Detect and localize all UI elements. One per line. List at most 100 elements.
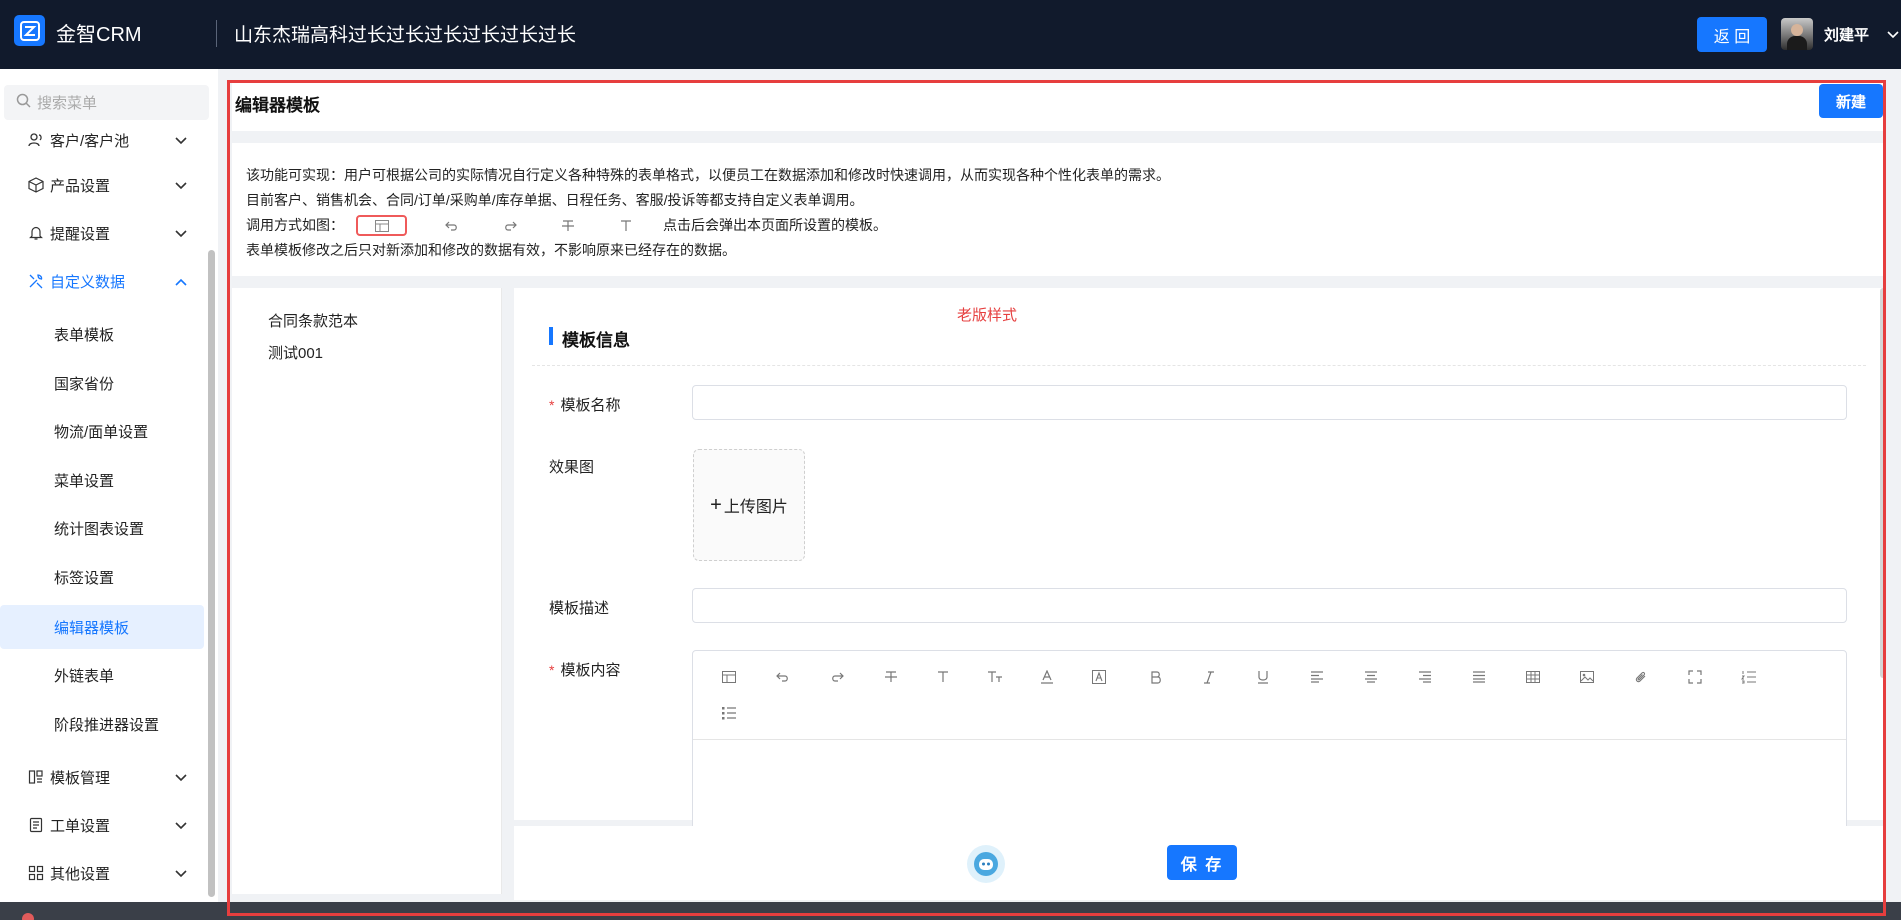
search-placeholder: 搜索菜单 [37,95,98,112]
sidebar-item-label: 客户/客户池 [50,132,130,150]
chevron-down-icon [175,132,187,149]
bold-icon[interactable] [1146,667,1166,687]
sidebar-scrollbar[interactable] [208,250,215,897]
sidebar-item-label: 提醒设置 [50,225,111,243]
tools-icon [28,273,44,289]
sidebar-subitem-chart-settings[interactable]: 统计图表设置 [0,506,204,550]
chevron-down-icon[interactable] [1887,26,1899,42]
template-name-label: * 模板名称 [549,397,621,414]
sidebar-subitem-country-province[interactable]: 国家省份 [0,361,204,405]
sidebar-item-label: 自定义数据 [50,273,126,291]
italic-icon[interactable] [1199,667,1219,687]
sidebar-item-reminders[interactable]: 提醒设置 [0,211,205,255]
upload-image-button[interactable]: + 上传图片 [693,449,805,561]
attachment-icon[interactable] [1631,667,1651,687]
required-mark: * [549,397,555,413]
sidebar-subitem-external-form[interactable]: 外链表单 [0,653,204,697]
font-size-icon[interactable] [985,667,1005,687]
list-item[interactable]: 测试001 [268,342,323,363]
sidebar-subitem-form-template[interactable]: 表单模板 [0,312,204,356]
app-name: 金智CRM [56,24,142,46]
sidebar-item-customers[interactable]: 客户/客户池 [0,118,205,162]
search-icon [16,93,31,112]
template-icon[interactable] [719,667,739,687]
sidebar-subitem-stage-settings[interactable]: 阶段推进器设置 [0,702,204,746]
table-icon[interactable] [1523,667,1543,687]
page-title: 编辑器模板 [235,96,320,115]
template-icon [28,769,44,785]
sidebar-subitem-tag-settings[interactable]: 标签设置 [0,555,204,599]
username[interactable]: 刘建平 [1824,24,1869,45]
undo-icon[interactable] [773,667,793,687]
template-list: 合同条款范本 测试001 [232,288,502,894]
sidebar-item-products[interactable]: 产品设置 [0,163,205,207]
list-item[interactable]: 合同条款范本 [268,310,358,331]
template-content-label: * 模板内容 [549,662,621,679]
chevron-down-icon [175,225,187,242]
section-title: 模板信息 [562,331,630,350]
sidebar-subitem-editor-template[interactable]: 编辑器模板 [0,605,204,649]
align-left-icon[interactable] [1307,667,1327,687]
fullscreen-icon[interactable] [1685,667,1705,687]
editor-toolbar [693,651,1846,740]
rich-text-editor[interactable] [692,650,1847,850]
chevron-down-icon [175,769,187,786]
company-name: 山东杰瑞高科过长过长过长过长过长过长 [234,25,577,46]
section-marker [549,327,553,345]
new-button[interactable]: 新建 [1819,84,1883,118]
background-color-icon[interactable] [1089,667,1109,687]
sidebar-subitem-logistics[interactable]: 物流/面单设置 [0,409,204,453]
app-logo-icon[interactable] [14,15,45,46]
chevron-down-icon [175,817,187,834]
sidebar-item-work-order[interactable]: 工单设置 [0,803,205,847]
sidebar-item-other-settings[interactable]: 其他设置 [0,851,205,895]
plus-icon: + [710,493,722,516]
content-scrollbar[interactable] [1880,288,1886,678]
bell-icon [28,225,44,241]
divider [532,365,1866,366]
align-center-icon[interactable] [1361,667,1381,687]
grid-icon [28,865,44,881]
unordered-list-icon[interactable] [719,703,739,723]
strikethrough-icon[interactable] [881,667,901,687]
header-divider [216,20,217,47]
template-name-input[interactable] [692,385,1847,420]
chatbot-icon[interactable] [967,845,1005,883]
avatar[interactable] [1781,18,1813,50]
description-line: 表单模板修改之后只对新添加和修改的数据有效，不影响原来已经存在的数据。 [246,242,736,258]
template-desc-label: 模板描述 [549,600,610,617]
sidebar: 搜索菜单 客户/客户池 产品设置 提醒设置 自定义数据 表单模板 国家省份 物流… [0,69,218,902]
redo-icon [503,220,517,232]
sidebar-item-custom-data[interactable]: 自定义数据 [0,259,205,303]
sidebar-item-label: 工单设置 [50,817,111,835]
text-icon[interactable] [933,667,953,687]
undo-icon [445,220,459,232]
sidebar-subitem-menu-settings[interactable]: 菜单设置 [0,458,204,502]
preview-image-label: 效果图 [549,459,595,476]
template-desc-input[interactable] [692,588,1847,623]
old-style-link[interactable]: 老版样式 [957,304,1017,325]
upload-label: 上传图片 [723,499,788,516]
underline-icon[interactable] [1253,667,1273,687]
image-icon[interactable] [1577,667,1597,687]
top-header: 金智CRM 山东杰瑞高科过长过长过长过长过长过长 返 回 刘建平 [0,0,1901,69]
description-line: 该功能可实现：用户可根据公司的实际情况自行定义各种特殊的表单格式，以便员工在数据… [246,167,1170,183]
sidebar-item-label: 模板管理 [50,769,111,787]
save-button[interactable]: 保 存 [1167,845,1237,880]
user-group-icon [28,132,44,148]
back-button[interactable]: 返 回 [1697,17,1767,52]
sidebar-item-label: 产品设置 [50,177,111,195]
page-header [232,83,1883,131]
demo-prefix: 调用方式如图： [246,217,344,233]
align-right-icon[interactable] [1415,667,1435,687]
chevron-down-icon [175,865,187,882]
sidebar-item-template-management[interactable]: 模板管理 [0,755,205,799]
demo-suffix: 点击后会弹出本页面所设置的模板。 [663,217,887,233]
sidebar-item-label: 其他设置 [50,865,111,883]
ordered-list-icon[interactable] [1739,667,1759,687]
justify-icon[interactable] [1469,667,1489,687]
menu-search-input[interactable]: 搜索菜单 [4,85,209,120]
font-color-icon[interactable] [1037,667,1057,687]
redo-icon[interactable] [827,667,847,687]
record-icon [22,913,34,920]
